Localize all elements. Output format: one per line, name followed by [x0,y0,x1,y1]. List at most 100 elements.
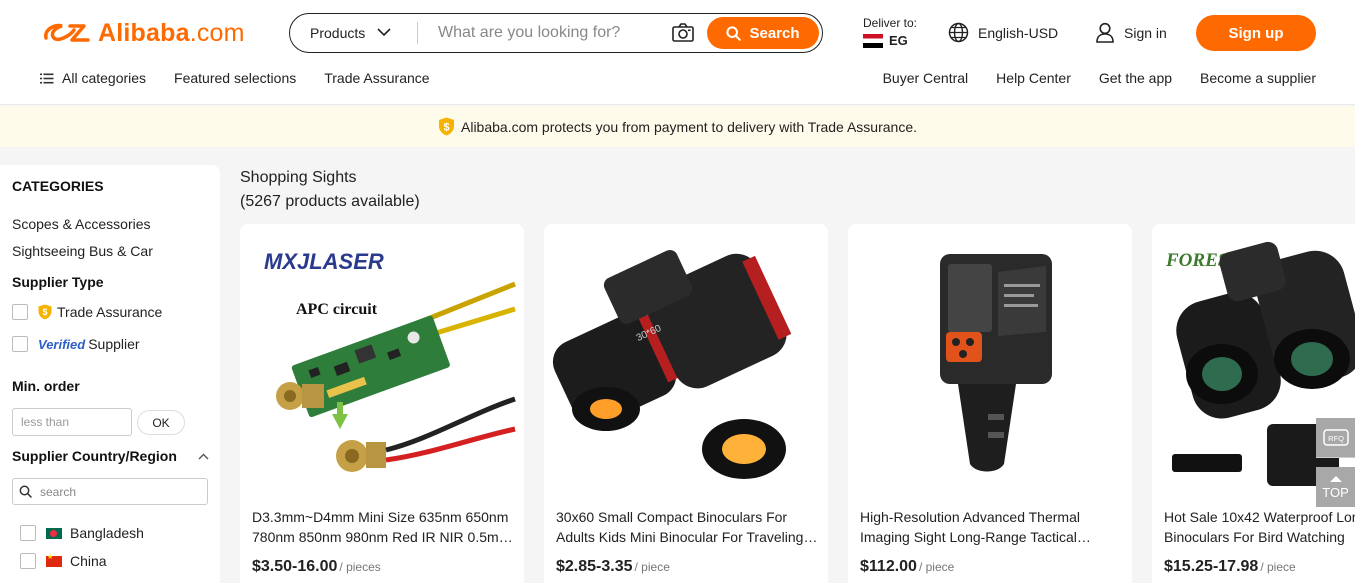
filter-country-bangladesh[interactable]: Bangladesh [20,525,144,541]
back-to-top-label: TOP [1322,484,1349,500]
product-price: $112.00 / piece [860,558,954,576]
category-link-scopes[interactable]: Scopes & Accessories [12,216,151,232]
svg-text:$: $ [42,307,47,317]
verified-supplier-label: Supplier [88,336,140,352]
region-search-box [12,478,208,505]
filter-sidebar: CATEGORIES Scopes & Accessories Sightsee… [0,165,220,583]
filter-country-china[interactable]: China [20,553,107,569]
price-value: $2.85-3.35 [556,558,633,575]
product-card[interactable]: High-Resolution Advanced Thermal Imaging… [848,224,1132,583]
all-categories-menu[interactable]: All categories [40,70,146,86]
product-image[interactable]: MXJLASER APC circuit [240,224,524,494]
product-price: $3.50-16.00 / pieces [252,558,381,576]
alibaba-logo[interactable]: Alibaba.com [40,18,245,48]
sign-up-button[interactable]: Sign up [1196,15,1316,51]
search-category-dropdown[interactable]: Products [310,14,391,51]
become-supplier-link[interactable]: Become a supplier [1200,70,1316,86]
price-value: $15.25-17.98 [1164,558,1259,575]
chevron-up-icon[interactable] [198,453,209,460]
subnav-right: Buyer Central Help Center Get the app Be… [855,70,1316,86]
checkbox[interactable] [20,553,36,569]
product-image[interactable] [848,224,1132,494]
search-button[interactable]: Search [707,17,819,49]
deliver-to-label: Deliver to: [863,16,918,30]
shield-dollar-icon: $ [439,117,454,136]
search-icon [726,25,742,41]
price-value: $3.50-16.00 [252,558,338,575]
alibaba-logo-icon [44,23,90,42]
list-menu-icon [40,73,54,83]
checkbox[interactable] [12,336,28,352]
min-order-input[interactable] [12,408,132,436]
search-input[interactable] [438,20,658,46]
min-order-ok-button[interactable]: OK [137,410,185,435]
globe-icon [948,22,969,43]
product-card[interactable]: FORESEEN Hot Sale 10x42 Waterproof Long … [1152,224,1355,583]
language-label: English-USD [978,24,1059,41]
search-icon [19,485,32,498]
product-title[interactable]: D3.3mm~D4mm Mini Size 635nm 650nm 780nm … [252,507,514,547]
price-unit: / piece [1260,560,1296,574]
filter-verified-supplier[interactable]: Verified Supplier [12,336,140,352]
product-title[interactable]: High-Resolution Advanced Thermal Imaging… [860,507,1122,547]
product-title[interactable]: 30x60 Small Compact Binoculars For Adult… [556,507,818,547]
verified-badge: Verified [38,336,86,352]
results-count: (5267 products available) [240,193,420,210]
country-label: China [70,553,107,569]
price-unit: / pieces [339,560,381,574]
banner-text: Alibaba.com protects you from payment to… [461,118,917,135]
subnav-left: All categories Featured selections Trade… [40,70,458,86]
sign-in-label: Sign in [1124,24,1167,41]
country-label: Bangladesh [70,525,144,541]
results-title: Shopping Sights [240,169,357,186]
china-flag-icon [46,553,62,567]
product-price: $15.25-17.98 / piece [1164,558,1296,576]
trade-assurance-link[interactable]: Trade Assurance [324,70,429,86]
trade-assurance-banner[interactable]: $ Alibaba.com protects you from payment … [0,106,1355,147]
product-image[interactable]: 30*60 [544,224,828,494]
trade-assurance-icon: $ [38,304,52,320]
deliver-to-selector[interactable]: Deliver to: EG [863,16,917,48]
header: Alibaba.com Products Search Deliver to: … [0,0,1355,105]
user-icon [1096,22,1114,43]
results-heading: Shopping Sights (5267 products available… [240,166,420,214]
arrow-up-icon [1329,475,1342,482]
product-card[interactable]: 30*60 30x60 Small Compact Binoculars For… [544,224,828,583]
back-to-top-button[interactable]: TOP [1316,467,1355,507]
help-center-link[interactable]: Help Center [996,70,1071,86]
egypt-flag-icon [863,33,883,48]
search-divider [417,22,418,44]
price-unit: / piece [918,560,955,574]
rfq-button[interactable]: RFQ [1316,418,1355,458]
image-caption: APC circuit [296,301,378,318]
category-link-sightseeing[interactable]: Sightseeing Bus & Car [12,243,153,259]
svg-text:$: $ [443,122,449,134]
chevron-down-icon [377,28,391,37]
featured-selections-link[interactable]: Featured selections [174,70,296,86]
search-category-label: Products [310,24,366,41]
search-bar: Products Search [289,13,823,53]
checkbox[interactable] [12,304,28,320]
region-search-input[interactable] [40,484,190,499]
buyer-central-link[interactable]: Buyer Central [883,70,969,86]
rfq-icon: RFQ [1322,428,1349,446]
product-title[interactable]: Hot Sale 10x42 Waterproof Long Range Bin… [1164,507,1355,547]
get-the-app-link[interactable]: Get the app [1099,70,1172,86]
language-currency-selector[interactable]: English-USD [948,22,1058,43]
product-price: $2.85-3.35 / piece [556,558,670,576]
sign-in-link[interactable]: Sign in [1095,22,1167,43]
categories-title: CATEGORIES [12,178,104,194]
product-card[interactable]: MXJLASER APC circuit D3.3mm~D4mm Mini Si… [240,224,524,583]
checkbox[interactable] [20,525,36,541]
camera-icon[interactable] [672,23,694,43]
min-order-title: Min. order [12,378,80,394]
brand-logo-text: MXJLASER [264,249,384,274]
price-value: $112.00 [860,558,917,575]
all-categories-label: All categories [62,70,147,86]
filter-trade-assurance[interactable]: $ Trade Assurance [12,304,162,320]
deliver-country: EG [863,33,917,48]
bangladesh-flag-icon [46,527,62,539]
supplier-type-title: Supplier Type [12,274,104,290]
supplier-region-title: Supplier Country/Region [12,448,177,464]
price-unit: / piece [634,560,670,574]
